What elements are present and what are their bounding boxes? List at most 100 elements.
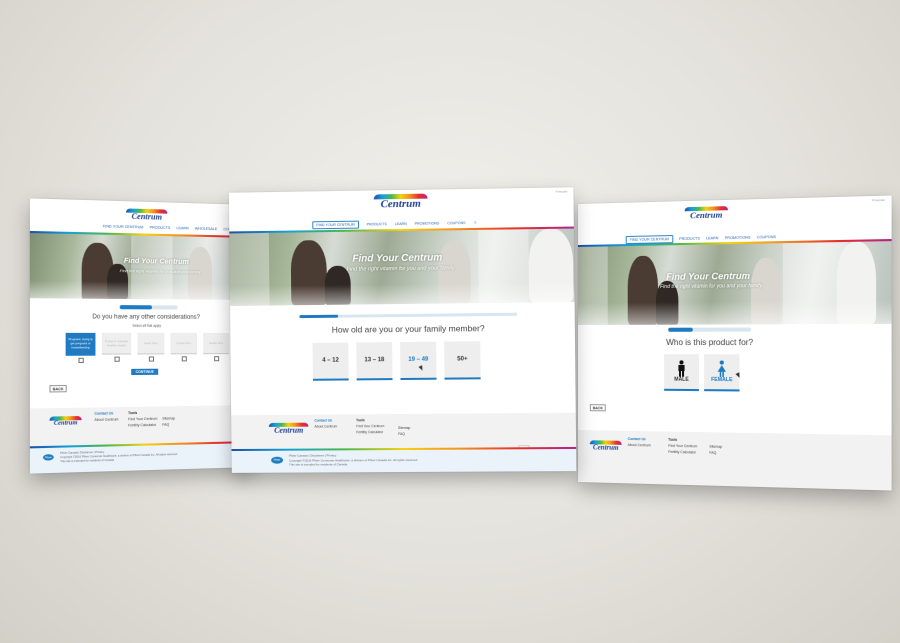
logo-word: Centrum — [380, 197, 421, 211]
screen-right: Français Centrum Find Your Centrum Produ… — [578, 195, 892, 491]
site-footer: Centrum Contact Us About Centrum Tools F… — [29, 405, 253, 447]
quiz-question: Who is this product for? — [666, 337, 754, 348]
option-health-tile[interactable]: Health Plus — [203, 332, 230, 355]
footer-col-links: Sitemap FAQ — [398, 426, 411, 438]
option-age-50-plus[interactable]: 50+ — [444, 341, 481, 380]
logo-word: Centrum — [690, 209, 723, 221]
option-cardio-tile[interactable]: Cardio Plus — [170, 332, 197, 355]
nav-products[interactable]: Products — [367, 222, 387, 226]
quiz-progress-fill — [119, 305, 152, 310]
option-cardio[interactable]: Cardio Plus — [170, 332, 197, 363]
nav-products[interactable]: Products — [679, 237, 700, 242]
footer-about-link[interactable]: About Centrum — [94, 417, 118, 423]
nav-products[interactable]: Products — [150, 225, 171, 230]
site-footer: Centrum Contact Us About Centrum Tools F… — [578, 430, 892, 491]
footer-about-link[interactable]: About Centrum — [628, 443, 651, 449]
site-footer: Centrum Contact Us About Centrum Tools F… — [231, 412, 577, 455]
subfooter-text: Pfizer Canada | Disclaimer | Privacy Cop… — [60, 449, 177, 464]
nav-find-your-centrum[interactable]: Find Your Centrum — [312, 220, 359, 230]
centrum-logo[interactable]: Centrum — [373, 193, 428, 211]
option-health-checkbox[interactable] — [213, 356, 219, 362]
consideration-options: Pregnant, trying to get pregnant or brea… — [65, 332, 230, 364]
option-heart[interactable]: Heart Plus — [137, 332, 165, 363]
hero-title: Find Your Centrum — [352, 252, 443, 265]
footer-logo-word: Centrum — [274, 425, 304, 435]
mouse-cursor-icon — [735, 372, 742, 379]
option-weight[interactable]: Trying to maintain healthy weight — [101, 332, 132, 363]
footer-col-tools: Tools Find Your Centrum Fertility Calcul… — [128, 411, 157, 429]
language-link[interactable]: Français — [872, 198, 885, 203]
option-heart-tile[interactable]: Heart Plus — [137, 332, 165, 355]
option-female[interactable]: FEMALE — [704, 354, 740, 392]
hero-title: Find Your Centrum — [666, 270, 751, 282]
footer-faq-link[interactable]: FAQ — [709, 450, 722, 456]
subfooter-text: Pfizer Canada | Disclaimer | Privacy Cop… — [289, 453, 418, 467]
nav-find-your-centrum[interactable]: Find Your Centrum — [103, 224, 143, 229]
option-age-13-18[interactable]: 13 – 18 — [356, 342, 393, 381]
option-male-label: MALE — [674, 376, 689, 383]
option-age-19-49[interactable]: 19 – 49 — [400, 341, 437, 381]
nav-wholesale[interactable]: Wholesale — [195, 227, 218, 232]
logo-word: Centrum — [131, 211, 162, 222]
hero-subtitle: Find the right vitamin for you and your … — [660, 282, 763, 291]
option-weight-tile[interactable]: Trying to maintain healthy weight — [101, 332, 132, 355]
footer-faq-link[interactable]: FAQ — [162, 422, 175, 428]
gender-options: MALE FEMALE — [664, 354, 740, 392]
nav-promotions[interactable]: Promotions — [415, 221, 440, 225]
screen-left: Centrum Find Your Centrum Products Learn… — [29, 198, 253, 474]
footer-col-links: Sitemap FAQ — [709, 445, 722, 457]
footer-logo[interactable]: Centrum — [268, 422, 309, 435]
footer-tool-fertility[interactable]: Fertility Calculator — [128, 422, 157, 429]
footer-tool-find[interactable]: Find Your Centrum — [356, 424, 384, 430]
age-options: 4 – 12 13 – 18 19 – 49 50+ — [312, 341, 481, 381]
option-age-4-12[interactable]: 4 – 12 — [312, 342, 349, 381]
option-pregnant-checkbox[interactable] — [77, 357, 84, 364]
footer-logo-word: Centrum — [592, 443, 619, 452]
nav-coupons[interactable]: Coupons — [757, 235, 776, 240]
search-icon[interactable]: ○ — [474, 220, 477, 226]
sub-footer: Pfizer Pfizer Canada | Disclaimer | Priv… — [29, 443, 253, 474]
option-pregnant-tile[interactable]: Pregnant, trying to get pregnant or brea… — [65, 332, 96, 356]
nav-coupons[interactable]: Coupons — [447, 221, 465, 225]
pfizer-logo[interactable]: Pfizer — [271, 456, 284, 464]
footer-about-link[interactable]: About Centrum — [314, 424, 337, 430]
nav-learn[interactable]: Learn — [176, 226, 188, 230]
male-icon — [678, 360, 685, 377]
option-female-label: FEMALE — [711, 376, 733, 384]
language-link[interactable]: Français — [556, 189, 568, 193]
footer-col-links: Sitemap FAQ — [162, 416, 175, 428]
option-weight-checkbox[interactable] — [113, 356, 120, 362]
centrum-logo[interactable]: Centrum — [684, 206, 729, 221]
footer-sitemap-link[interactable]: Sitemap — [398, 426, 410, 432]
option-pregnant[interactable]: Pregnant, trying to get pregnant or brea… — [65, 332, 96, 364]
back-button[interactable]: BACK — [589, 404, 606, 412]
select-note: Select all that apply — [132, 323, 162, 328]
nav-learn[interactable]: Learn — [706, 236, 718, 240]
main-nav: Find Your Centrum Products Learn Wholesa… — [103, 224, 250, 232]
female-icon — [717, 360, 726, 377]
hero-fade — [29, 279, 253, 300]
hero-banner: Find Your Centrum Find the right vitamin… — [578, 241, 892, 325]
centrum-logo[interactable]: Centrum — [125, 208, 168, 222]
footer-logo-word: Centrum — [53, 420, 78, 427]
nav-promotions[interactable]: Promotions — [725, 235, 751, 240]
footer-tool-fertility[interactable]: Fertility Calculator — [668, 449, 697, 456]
footer-col-tools: Tools Find Your Centrum Fertility Calcul… — [668, 438, 697, 456]
footer-faq-link[interactable]: FAQ — [398, 432, 410, 438]
quiz-progress — [668, 327, 752, 332]
nav-learn[interactable]: Learn — [395, 222, 407, 226]
footer-logo[interactable]: Centrum — [589, 440, 622, 452]
footer-tool-fertility[interactable]: Fertility Calculator — [356, 430, 384, 436]
option-heart-checkbox[interactable] — [148, 356, 154, 362]
option-health[interactable]: Health Plus — [203, 332, 230, 362]
footer-logo[interactable]: Centrum — [49, 415, 82, 427]
option-male[interactable]: MALE — [664, 354, 699, 392]
pfizer-logo[interactable]: Pfizer — [42, 454, 54, 461]
option-cardio-checkbox[interactable] — [181, 356, 187, 362]
back-button[interactable]: BACK — [49, 384, 67, 393]
footer-col-contact: Contact Us About Centrum — [94, 411, 118, 423]
hero-fade — [578, 300, 892, 325]
quiz-question: Do you have any other considerations? — [92, 314, 201, 321]
hero-banner: Find Your Centrum Find the right vitamin… — [29, 233, 253, 300]
continue-button[interactable]: CONTINUE — [131, 368, 159, 376]
